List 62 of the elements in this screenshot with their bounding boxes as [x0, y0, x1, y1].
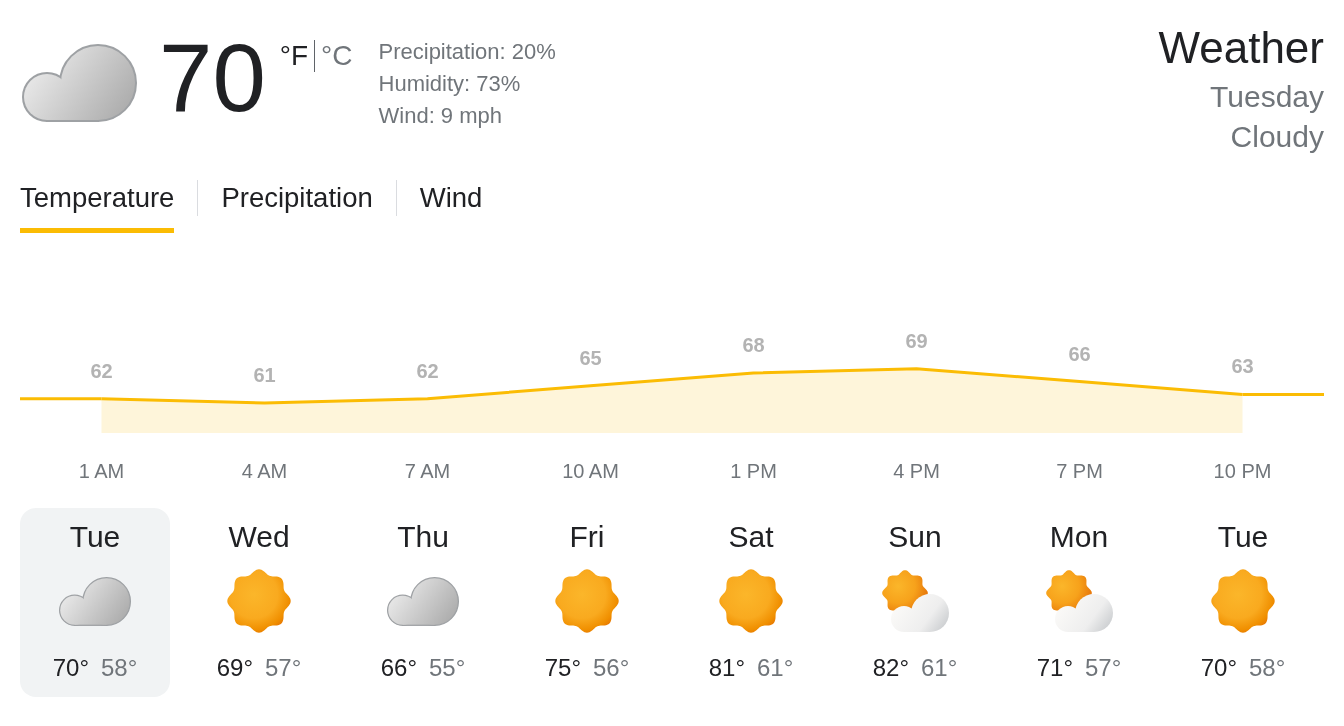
day-name: Sun [888, 519, 942, 555]
sun-cloud-icon [1044, 569, 1114, 633]
day-label: Tuesday [1210, 79, 1324, 115]
current-temperature: 70 [159, 30, 266, 126]
low-temp: 58° [101, 653, 138, 683]
low-temp: 57° [265, 653, 302, 683]
low-temp: 56° [593, 653, 630, 683]
detail-text: Precipitation: 20% [378, 38, 556, 66]
time-label: 4 PM [893, 460, 940, 482]
value-label: 66 [1068, 342, 1091, 365]
chart-tab[interactable]: Precipitation [221, 180, 373, 233]
value-label: 63 [1231, 355, 1254, 378]
high-temp: 70° [1200, 653, 1237, 683]
day-name: Sat [728, 519, 774, 555]
detail-text: Humidity: 73% [378, 70, 522, 98]
time-label: 10 PM [1213, 460, 1272, 482]
sun-icon [719, 569, 783, 633]
condition-label: Cloudy [1230, 119, 1324, 155]
low-temp: 58° [1249, 653, 1286, 683]
high-temp: 82° [872, 653, 909, 683]
high-temp: 70° [52, 653, 89, 683]
cloud-icon [59, 576, 131, 626]
day-card[interactable]: Tue 70° 58° [20, 508, 170, 697]
low-temp: 61° [757, 653, 794, 683]
sun-cloud-icon [880, 569, 950, 633]
high-temp: 75° [544, 653, 581, 683]
day-name: Wed [228, 519, 290, 555]
time-label: 1 AM [78, 460, 125, 482]
value-label: 68 [742, 333, 765, 356]
time-label: 1 PM [730, 460, 777, 482]
time-label: 10 AM [562, 460, 619, 482]
weather-title: Weather [1158, 24, 1324, 72]
detail-text: Wind: 9 mph [378, 102, 503, 130]
sun-icon [555, 569, 619, 633]
low-temp: 57° [1085, 653, 1122, 683]
day-name: Mon [1049, 519, 1109, 555]
chart-tab[interactable]: Temperature [20, 180, 175, 233]
day-name: Fri [569, 519, 605, 555]
low-temp: 61° [921, 653, 958, 683]
sun-icon [227, 569, 291, 633]
low-temp: 55° [429, 653, 466, 683]
time-label: 7 PM [1056, 460, 1103, 482]
value-label: 61 [253, 363, 276, 386]
day-name: Tue [1217, 519, 1269, 555]
high-temp: 71° [1036, 653, 1073, 683]
high-temp: 69° [216, 653, 253, 683]
time-label: 7 AM [404, 460, 451, 482]
day-name: Tue [69, 519, 121, 555]
cloud-icon [22, 44, 137, 122]
unit-toggle[interactable]: °C [321, 40, 353, 72]
unit-toggle[interactable]: °F [279, 40, 309, 72]
value-label: 62 [90, 359, 113, 382]
value-label: 62 [416, 359, 439, 382]
time-label: 4 AM [241, 460, 288, 482]
chart-tab[interactable]: Wind [419, 180, 483, 233]
cloud-icon [387, 576, 459, 626]
day-name: Thu [397, 519, 449, 555]
sun-icon [1211, 569, 1275, 633]
value-label: 69 [905, 329, 928, 352]
value-label: 65 [579, 346, 602, 369]
high-temp: 81° [708, 653, 745, 683]
high-temp: 66° [380, 653, 417, 683]
